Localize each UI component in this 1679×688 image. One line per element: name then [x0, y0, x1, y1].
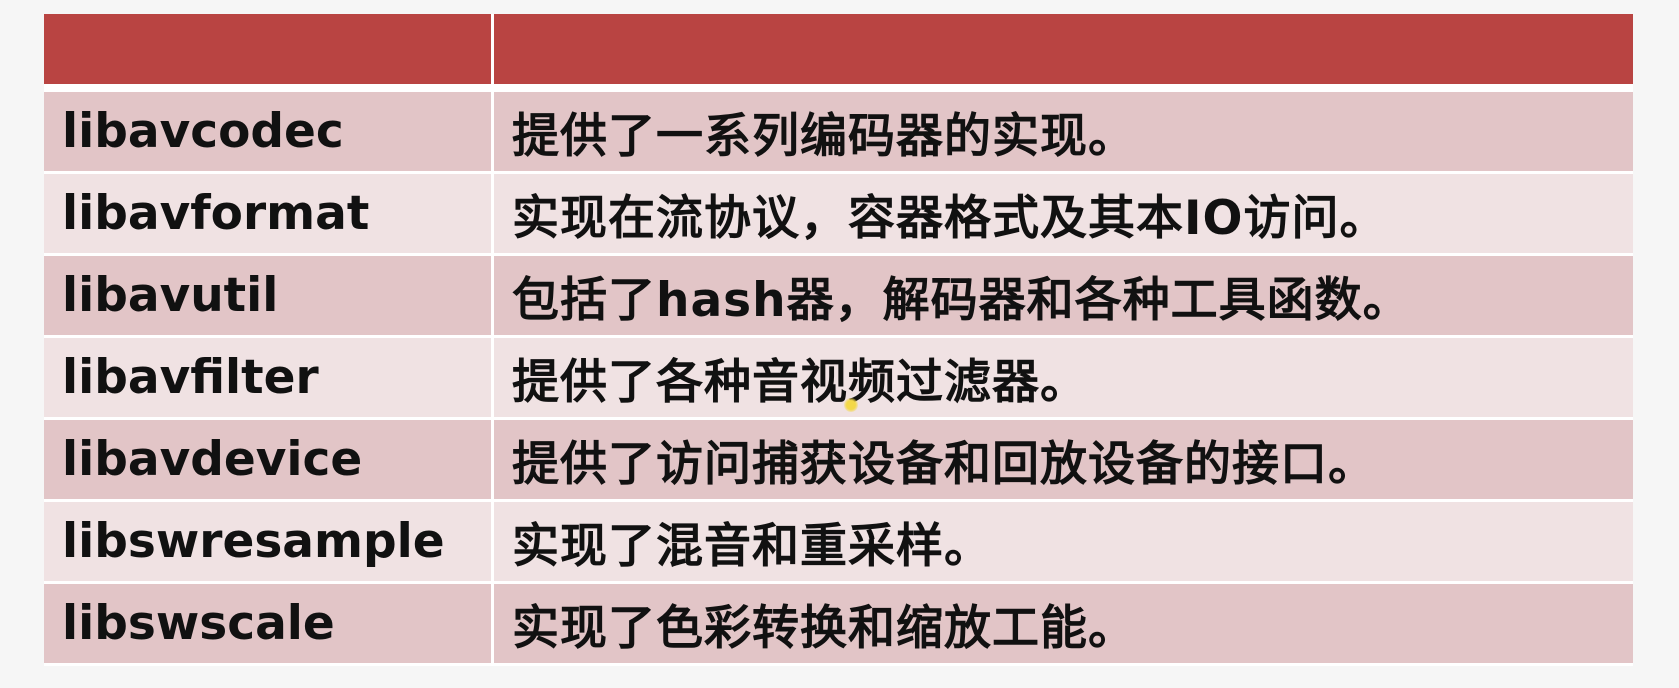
library-description-cell: 实现在流协议，容器格式及其本IO访问。	[494, 174, 1633, 256]
library-name-cell: libavfilter	[44, 338, 494, 420]
library-description-cell: 实现了混音和重采样。	[494, 502, 1633, 584]
table-row: libavutil 包括了hash器，解码器和各种工具函数。	[44, 256, 1633, 338]
library-name-cell: libavcodec	[44, 92, 494, 174]
library-description-cell: 包括了hash器，解码器和各种工具函数。	[494, 256, 1633, 338]
library-table: libavcodec 提供了一系列编码器的实现。 libavformat 实现在…	[44, 14, 1633, 666]
header-cell-description	[494, 14, 1633, 92]
table-row: libavformat 实现在流协议，容器格式及其本IO访问。	[44, 174, 1633, 256]
table-row: libavdevice 提供了访问捕获设备和回放设备的接口。	[44, 420, 1633, 502]
library-table-container: libavcodec 提供了一系列编码器的实现。 libavformat 实现在…	[44, 14, 1633, 666]
header-cell-library	[44, 14, 494, 92]
library-name-cell: libavutil	[44, 256, 494, 338]
library-name-cell: libavformat	[44, 174, 494, 256]
library-name-cell: libswscale	[44, 584, 494, 666]
library-name-cell: libswresample	[44, 502, 494, 584]
table-row: libavfilter 提供了各种音视频过滤器。	[44, 338, 1633, 420]
table-header-row	[44, 14, 1633, 92]
table-row: libavcodec 提供了一系列编码器的实现。	[44, 92, 1633, 174]
pointer-highlight-icon	[844, 398, 858, 412]
library-description-cell: 提供了各种音视频过滤器。	[494, 338, 1633, 420]
table-row: libswscale 实现了色彩转换和缩放工能。	[44, 584, 1633, 666]
library-name-cell: libavdevice	[44, 420, 494, 502]
library-description-cell: 提供了访问捕获设备和回放设备的接口。	[494, 420, 1633, 502]
library-description-cell: 提供了一系列编码器的实现。	[494, 92, 1633, 174]
table-row: libswresample 实现了混音和重采样。	[44, 502, 1633, 584]
library-description-cell: 实现了色彩转换和缩放工能。	[494, 584, 1633, 666]
